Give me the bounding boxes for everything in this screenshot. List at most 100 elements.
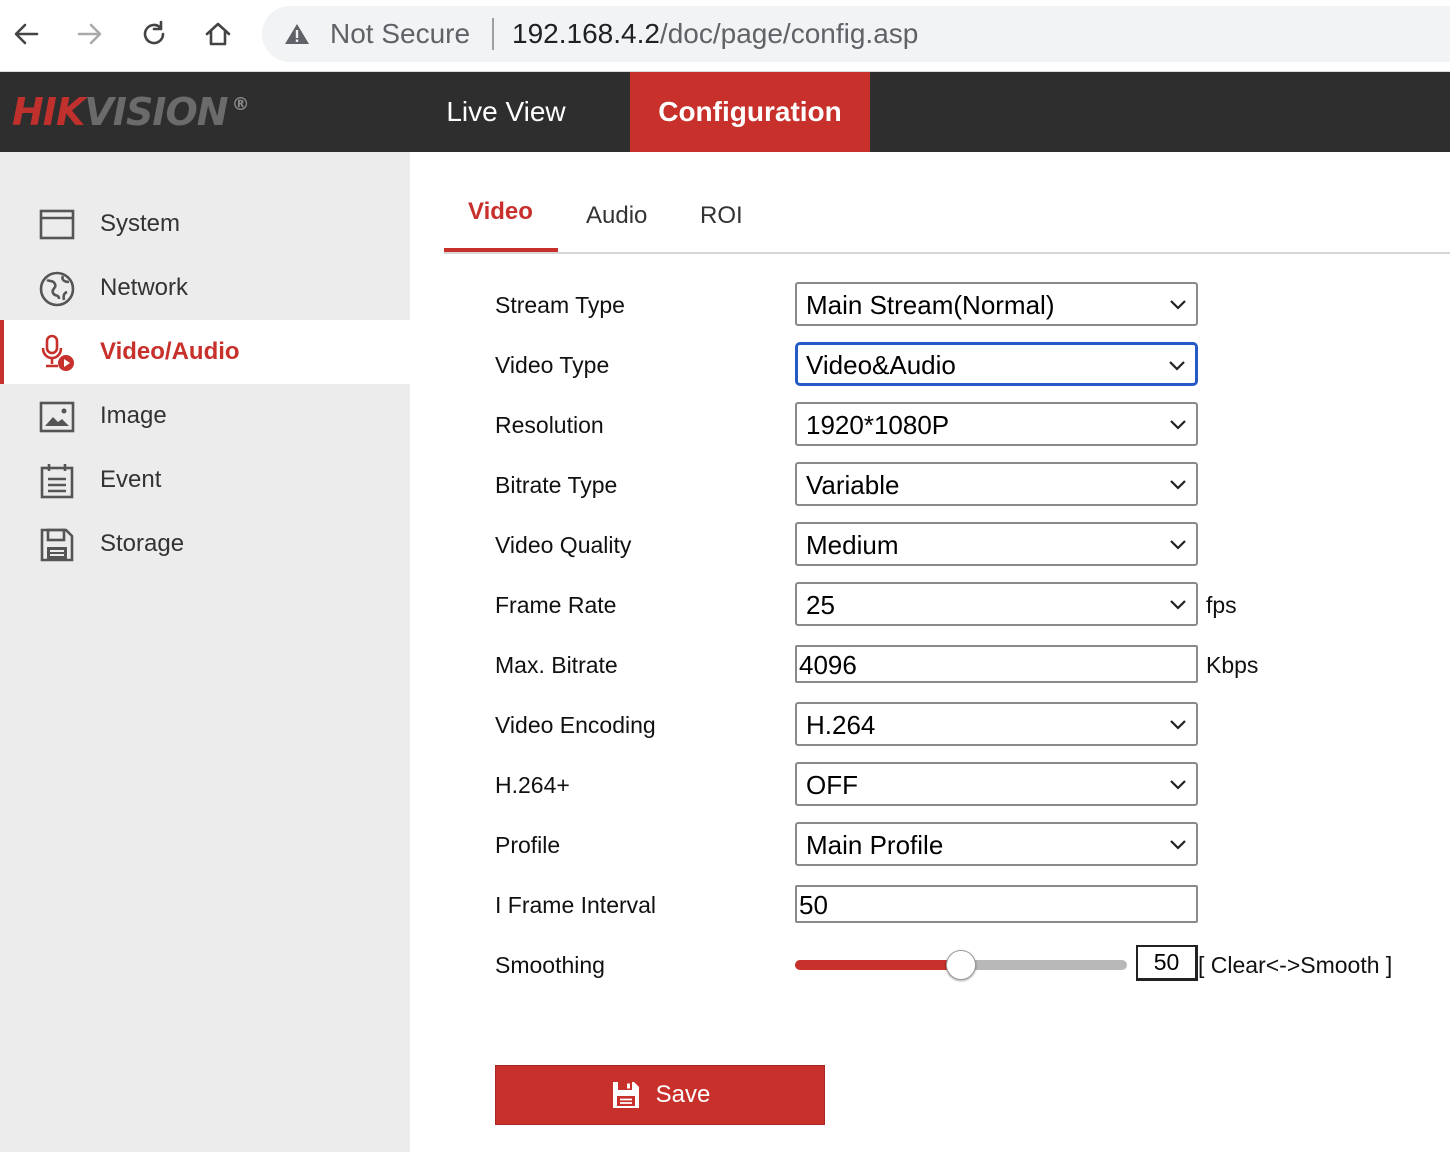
sidebar-item-label: System [100,210,181,237]
resolution-value: 1920*1080P [806,410,950,440]
profile-value: Main Profile [806,830,944,860]
url-host: 192.168.4.2 [512,18,660,49]
hikvision-logo: HIKVISION ® [12,90,250,134]
frame-rate-select[interactable]: 25 [795,582,1198,626]
video-quality-value: Medium [806,530,899,560]
chevron-down-icon [1170,300,1186,310]
chevron-down-icon [1170,720,1186,730]
chevron-down-icon [1169,361,1185,371]
logo-hik: HIK [12,90,85,134]
sidebar: System Network Video/Audio Image Event S… [0,152,410,1152]
video-type-value: Video&Audio [806,350,956,380]
sidebar-item-video-audio[interactable]: Video/Audio [0,320,410,384]
app-header: HIKVISION ® Live View Configuration [0,72,1450,152]
video-type-label: Video Type [495,352,610,378]
i-frame-interval-label: I Frame Interval [495,892,657,918]
h264-plus-select[interactable]: OFF [795,762,1198,806]
frame-rate-value: 25 [806,590,835,620]
home-button[interactable] [198,14,238,54]
resolution-label: Resolution [495,412,604,438]
omnibox-divider [492,18,494,50]
video-quality-label: Video Quality [495,532,632,558]
slider-thumb[interactable] [946,950,976,980]
frame-rate-unit: fps [1206,592,1237,618]
sub-tab-bar: Video Audio ROI [444,152,1450,254]
video-type-select[interactable]: Video&Audio [795,342,1198,386]
chevron-down-icon [1170,840,1186,850]
chevron-down-icon [1170,540,1186,550]
sidebar-item-image[interactable]: Image [0,384,410,448]
tab-configuration[interactable]: Configuration [630,72,870,152]
calendar-icon [40,464,74,499]
url-path: /doc/page/config.asp [659,18,919,49]
tab-audio[interactable]: Audio [586,202,647,230]
home-icon [205,22,231,46]
arrow-left-icon [14,23,39,45]
sidebar-item-network[interactable]: Network [0,256,410,320]
profile-select[interactable]: Main Profile [795,822,1198,866]
security-label[interactable]: Not Secure [330,18,470,50]
i-frame-interval-input[interactable]: 50 [795,885,1198,923]
back-button[interactable] [6,14,46,54]
tab-live-view[interactable]: Live View [418,72,594,152]
bitrate-type-label: Bitrate Type [495,472,618,498]
smoothing-slider[interactable] [795,950,1127,980]
disk-icon [40,528,74,562]
max-bitrate-label: Max. Bitrate [495,652,618,678]
picture-icon [39,401,75,433]
sidebar-item-system[interactable]: System [0,192,410,256]
address-bar[interactable]: Not Secure 192.168.4.2/doc/page/config.a… [262,6,1450,62]
video-quality-select[interactable]: Medium [795,522,1198,566]
warning-icon[interactable] [284,22,310,46]
h264-plus-label: H.264+ [495,772,570,798]
video-encoding-label: Video Encoding [495,712,656,738]
save-button[interactable]: Save [495,1065,825,1125]
smoothing-label: Smoothing [495,952,605,978]
mic-video-icon [41,334,74,371]
browser-toolbar: Not Secure 192.168.4.2/doc/page/config.a… [0,0,1450,72]
tab-roi[interactable]: ROI [700,202,743,230]
sidebar-item-label: Network [100,274,189,301]
h264-plus-value: OFF [806,770,858,800]
reload-button[interactable] [134,14,174,54]
sidebar-item-label: Image [100,402,167,429]
forward-button[interactable] [70,14,110,54]
tab-video[interactable]: Video [468,198,533,226]
window-icon [39,209,75,240]
save-label: Save [655,1081,711,1108]
max-bitrate-value: 4096 [799,650,857,680]
logo-registered: ® [231,94,250,115]
logo-vision: VISION [84,90,228,134]
sidebar-item-label: Video/Audio [100,338,240,365]
bitrate-type-select[interactable]: Variable [795,462,1198,506]
globe-icon [39,271,75,307]
reload-icon [143,20,165,45]
video-encoding-value: H.264 [806,710,876,740]
chevron-down-icon [1170,600,1186,610]
slider-fill [795,960,961,970]
url-text[interactable]: 192.168.4.2/doc/page/config.asp [512,18,918,50]
profile-label: Profile [495,832,561,858]
arrow-right-icon [77,23,102,45]
smoothing-hint: [ Clear<->Smooth ] [1198,952,1393,978]
i-frame-interval-value: 50 [799,890,828,920]
sidebar-item-label: Event [100,466,162,493]
sidebar-item-storage[interactable]: Storage [0,512,410,576]
chevron-down-icon [1170,480,1186,490]
bitrate-type-value: Variable [806,470,900,500]
active-tab-indicator [444,248,558,252]
resolution-select[interactable]: 1920*1080P [795,402,1198,446]
stream-type-value: Main Stream(Normal) [806,290,1055,320]
stream-type-label: Stream Type [495,292,625,318]
sidebar-item-event[interactable]: Event [0,448,410,512]
frame-rate-label: Frame Rate [495,592,617,618]
chevron-down-icon [1170,420,1186,430]
main-content: Video Audio ROI Stream Type Main Stream(… [410,152,1450,1152]
max-bitrate-unit: Kbps [1206,652,1259,678]
stream-type-select[interactable]: Main Stream(Normal) [795,282,1198,326]
sidebar-item-label: Storage [100,530,185,557]
video-encoding-select[interactable]: H.264 [795,702,1198,746]
smoothing-value-input[interactable]: 50 [1136,945,1198,981]
max-bitrate-input[interactable]: 4096 [795,645,1198,683]
save-icon [612,1082,639,1108]
